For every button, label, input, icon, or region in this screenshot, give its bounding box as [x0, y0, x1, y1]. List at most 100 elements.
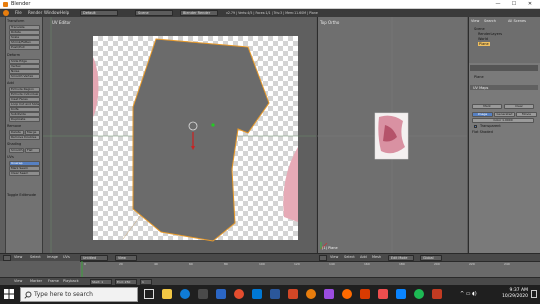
- task-view-icon[interactable]: [144, 289, 154, 299]
- clock-date: 10/29/2020: [502, 294, 528, 299]
- tool-scale[interactable]: Scale: [9, 35, 40, 40]
- menu-render[interactable]: Render: [28, 10, 42, 15]
- tool-smooth[interactable]: Smooth: [9, 148, 24, 153]
- chrome-icon[interactable]: [234, 289, 244, 299]
- taskbar-search-box[interactable]: Type here to search: [20, 287, 138, 302]
- tray-icons[interactable]: ^ ▭ ◖): [460, 291, 477, 297]
- shelf-head-deform[interactable]: Deform: [7, 53, 41, 58]
- render-engine-select[interactable]: Blender Render: [180, 10, 218, 16]
- maximize-button[interactable]: ☐: [508, 0, 520, 9]
- outliner-view[interactable]: View: [471, 19, 479, 23]
- outliner-filter[interactable]: All Scenes: [508, 19, 526, 23]
- tool-delete[interactable]: Delete: [9, 130, 24, 135]
- uv-menu-select[interactable]: Select: [30, 255, 41, 259]
- outlook-icon[interactable]: [252, 289, 262, 299]
- tool-extrude-individual[interactable]: Extrude Individual: [9, 92, 40, 97]
- texture-fragment-left: [93, 57, 99, 117]
- office-icon[interactable]: [360, 289, 370, 299]
- pdf-icon[interactable]: [432, 289, 442, 299]
- mark-button[interactable]: Mark: [472, 104, 502, 109]
- tl-menu-frame[interactable]: Frame: [48, 279, 59, 283]
- outliner-item-world[interactable]: World: [478, 37, 488, 41]
- uv-mesh-island[interactable]: [132, 38, 270, 242]
- menu-file[interactable]: File: [15, 10, 22, 15]
- outliner-search[interactable]: Search: [484, 19, 496, 23]
- shelf-head-uvs[interactable]: UVs: [7, 155, 41, 160]
- tool-push-pull[interactable]: Push/Pull: [9, 45, 40, 50]
- outliner-item-renderlayers[interactable]: RenderLayers: [478, 32, 502, 36]
- tool-loop-cut[interactable]: Loop Cut and Slide: [9, 102, 40, 107]
- blender-taskbar-icon[interactable]: [306, 289, 316, 299]
- tool-translate[interactable]: Translate: [9, 25, 40, 30]
- transparent-checkbox[interactable]: [474, 125, 477, 128]
- firefox-icon[interactable]: [342, 289, 352, 299]
- tl-menu-marker[interactable]: Marker: [30, 279, 42, 283]
- windows-start-icon[interactable]: [4, 289, 14, 299]
- tool-vertex[interactable]: Vertex: [9, 64, 40, 69]
- tool-clear-seam[interactable]: Clear Seam: [9, 171, 40, 176]
- menu-window[interactable]: Window: [44, 10, 60, 15]
- tab-generated[interactable]: Generated: [494, 112, 515, 117]
- layout-select[interactable]: Default: [80, 10, 118, 16]
- 3d-menu-select[interactable]: Select: [344, 255, 355, 259]
- outliner-item-plane[interactable]: Plane: [478, 42, 490, 46]
- shelf-head-add[interactable]: Add: [7, 81, 41, 86]
- tool-subdivide[interactable]: Subdivide: [9, 112, 40, 117]
- shelf-head-remove[interactable]: Remove: [7, 124, 41, 129]
- tool-unwrap[interactable]: Unwrap: [9, 161, 40, 166]
- menu-help[interactable]: Help: [60, 10, 69, 15]
- store-icon[interactable]: [198, 289, 208, 299]
- uv-menu-view[interactable]: View: [14, 255, 22, 259]
- 3d-menu-add[interactable]: Add: [360, 255, 367, 259]
- tl-menu-view[interactable]: View: [14, 279, 22, 283]
- tool-smooth-vertex[interactable]: Smooth Vertex: [9, 74, 40, 79]
- outliner-item-scene[interactable]: Scene: [474, 27, 485, 31]
- mail-icon[interactable]: [216, 289, 226, 299]
- shelf-head-transform[interactable]: Transform: [7, 19, 41, 24]
- properties-tabs[interactable]: [470, 65, 538, 71]
- file-explorer-icon[interactable]: [162, 289, 172, 299]
- source-field[interactable]: Color 1.0000: [472, 118, 534, 123]
- info-header: File Render Window Help Default Scene Bl…: [0, 9, 540, 17]
- tab-movie[interactable]: Movie: [516, 112, 537, 117]
- editor-type-icon[interactable]: [3, 10, 9, 16]
- tl-menu-playback[interactable]: Playback: [63, 279, 79, 283]
- search-placeholder: Type here to search: [34, 291, 93, 298]
- tool-duplicate[interactable]: Duplicate: [9, 117, 40, 122]
- tool-shrink-fatten[interactable]: Shrink/Fatten: [9, 40, 40, 45]
- close-button[interactable]: ✕: [524, 0, 536, 9]
- 3d-menu-view[interactable]: View: [330, 255, 338, 259]
- uv-menu-image[interactable]: Image: [47, 255, 58, 259]
- tool-knife[interactable]: Knife: [9, 107, 40, 112]
- editor-headers: View Select Image UVs Untitled View View…: [0, 253, 540, 261]
- notifications-icon[interactable]: [531, 290, 537, 298]
- word-icon[interactable]: [270, 289, 280, 299]
- app-icon-green[interactable]: [414, 289, 424, 299]
- app-icon-blue[interactable]: [396, 289, 406, 299]
- tool-mark-seam[interactable]: Mark Seam: [9, 166, 40, 171]
- toggle-editmode[interactable]: Toggle Editmode: [7, 193, 41, 198]
- tool-extrude-region[interactable]: Extrude Region: [9, 87, 40, 92]
- minimize-button[interactable]: —: [492, 0, 504, 9]
- scene-select[interactable]: Scene: [135, 10, 173, 16]
- powerpoint-icon[interactable]: [288, 289, 298, 299]
- clear-button[interactable]: Clear: [504, 104, 534, 109]
- app-icon-purple[interactable]: [324, 289, 334, 299]
- tool-slide-edge[interactable]: Slide Edge: [9, 59, 40, 64]
- tool-flat[interactable]: Flat: [25, 148, 40, 153]
- tool-noise[interactable]: Noise: [9, 69, 40, 74]
- taskbar-clock[interactable]: 9:37 AM 10/29/2020: [498, 288, 528, 300]
- uv-menu-uvs[interactable]: UVs: [63, 255, 70, 259]
- shelf-head-shading[interactable]: Shading: [7, 142, 41, 147]
- tool-inset-faces[interactable]: Inset Faces: [9, 97, 40, 102]
- tool-merge[interactable]: Merge: [25, 130, 40, 135]
- tool-rotate[interactable]: Rotate: [9, 30, 40, 35]
- window-title-bar: Blender — ☐ ✕: [0, 0, 540, 9]
- app-icon-red[interactable]: [378, 289, 388, 299]
- scene-stats: v2.79 | Verts:4/5 | Faces:1/1 | Tris:3 |…: [226, 11, 318, 15]
- tab-image[interactable]: Image: [472, 112, 493, 117]
- tool-remove-doubles[interactable]: Remove Doubles: [9, 135, 40, 140]
- edge-icon[interactable]: [180, 289, 190, 299]
- window-title: Blender: [11, 1, 31, 7]
- 3d-menu-mesh[interactable]: Mesh: [372, 255, 381, 259]
